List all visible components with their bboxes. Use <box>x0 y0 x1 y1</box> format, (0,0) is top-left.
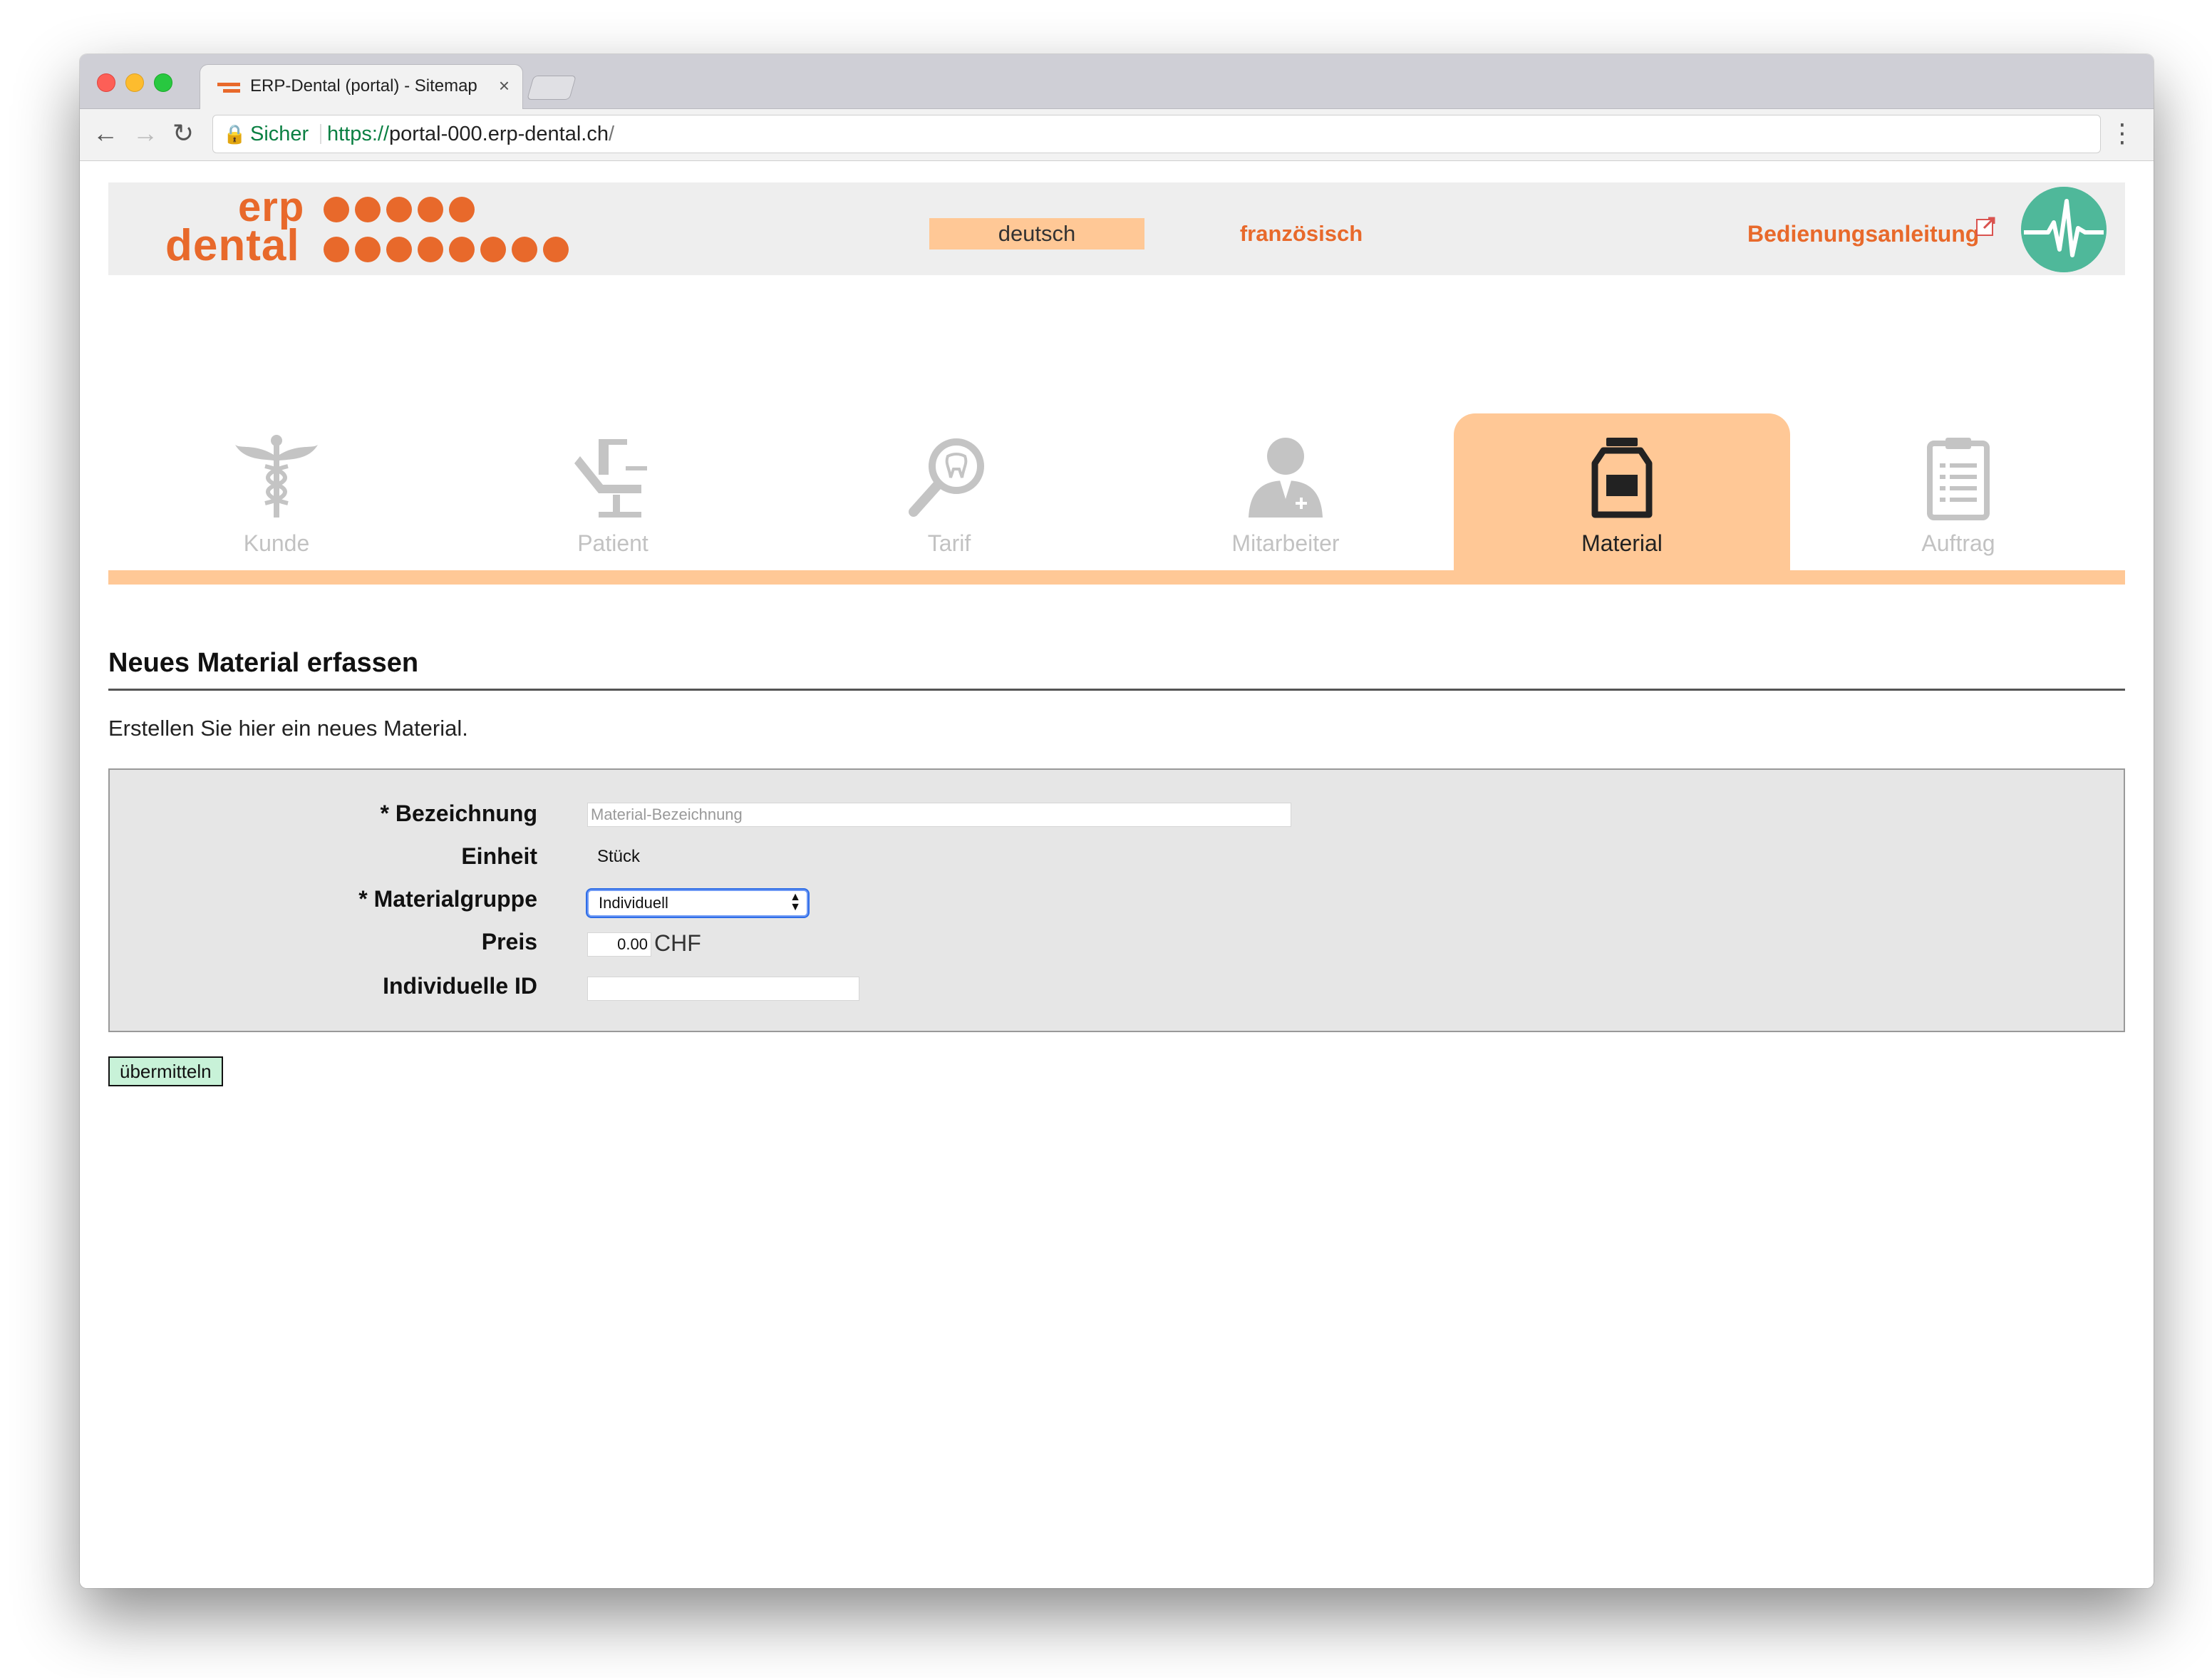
module-label: Material <box>1581 530 1663 556</box>
lang-franzoesisch-link[interactable]: französisch <box>1230 218 1373 249</box>
module-tab-tarif[interactable]: Tarif <box>781 413 1117 573</box>
doctor-icon <box>1249 438 1323 518</box>
secure-label: Sicher <box>250 123 309 145</box>
module-label: Tarif <box>927 530 971 556</box>
browser-menu-icon[interactable]: ⋮ <box>2109 119 2135 148</box>
tab-title: ERP-Dental (portal) - Sitemap <box>250 76 477 96</box>
module-tab-kunde[interactable]: Kunde <box>108 413 445 573</box>
browser-tab[interactable]: ERP-Dental (portal) - Sitemap × <box>200 64 523 109</box>
close-window-button[interactable] <box>97 73 115 92</box>
individuelle-id-input[interactable] <box>587 977 859 1001</box>
minimize-window-button[interactable] <box>125 73 144 92</box>
new-tab-button[interactable] <box>527 76 577 100</box>
preis-label: Preis <box>481 929 537 954</box>
clipboard-icon <box>1927 438 1990 520</box>
address-bar[interactable]: 🔒 Sicher https://portal-000.erp-dental.c… <box>212 115 2101 153</box>
title-divider <box>108 689 2125 691</box>
einheit-label: Einheit <box>461 843 537 869</box>
page-title: Neues Material erfassen <box>108 648 419 678</box>
module-tab-patient[interactable]: Patient <box>445 413 781 573</box>
caduceus-icon <box>235 435 318 518</box>
browser-toolbar: ← → ↻ 🔒 Sicher https://portal-000.erp-de… <box>80 109 2154 161</box>
module-label: Kunde <box>243 530 310 556</box>
material-form: * Bezeichnung Einheit Stück * Materialgr… <box>108 768 2125 1032</box>
reload-icon[interactable]: ↻ <box>172 119 194 148</box>
module-tab-mitarbeiter[interactable]: Mitarbeiter <box>1117 413 1454 573</box>
bezeichnung-input[interactable] <box>587 803 1291 827</box>
einheit-value: Stück <box>597 847 641 866</box>
individuelle-id-label: Individuelle ID <box>383 973 537 999</box>
select-arrows-icon: ▲ ▼ <box>790 891 801 913</box>
tab-close-icon[interactable]: × <box>499 75 510 97</box>
module-underline-bar <box>108 570 2125 585</box>
module-tab-material[interactable]: Material <box>1454 413 1790 573</box>
maximize-window-button[interactable] <box>154 73 172 92</box>
pulse-icon <box>2021 187 2107 272</box>
erp-favicon-icon <box>217 81 240 93</box>
module-label: Auftrag <box>1921 530 1995 556</box>
page-content: erp dental deutsch französisch Bedienung… <box>80 161 2154 1588</box>
url-text: https://portal-000.erp-dental.ch/ <box>327 123 615 145</box>
submit-button[interactable]: übermitteln <box>108 1056 223 1086</box>
dental-chair-icon <box>574 439 647 518</box>
external-link-icon[interactable] <box>1975 215 1997 237</box>
tab-strip: ERP-Dental (portal) - Sitemap × <box>80 54 2154 109</box>
intro-text: Erstellen Sie hier ein neues Material. <box>108 716 468 741</box>
materialgruppe-selected: Individuell <box>599 894 668 912</box>
module-label: Mitarbeiter <box>1231 530 1340 556</box>
materialgruppe-label: * Materialgruppe <box>358 886 537 912</box>
preis-input[interactable] <box>587 932 651 957</box>
materialgruppe-select[interactable]: Individuell ▲ ▼ <box>587 890 808 917</box>
material-jar-icon <box>1591 438 1653 518</box>
tooth-magnifier-icon <box>909 438 984 517</box>
site-header: erp dental deutsch französisch Bedienung… <box>108 182 2125 275</box>
erp-dental-logo[interactable]: erp dental <box>165 185 572 270</box>
manual-link[interactable]: Bedienungsanleitung <box>1747 218 1979 249</box>
preis-currency: CHF <box>654 930 701 956</box>
logo-word-dental: dental <box>165 221 300 270</box>
lang-deutsch-link[interactable]: deutsch <box>929 218 1144 249</box>
module-label: Patient <box>577 530 648 556</box>
bezeichnung-label: * Bezeichnung <box>380 801 537 826</box>
module-nav: Kunde Patient Tarif Mitarbeiter Material… <box>108 413 2125 585</box>
module-tab-auftrag[interactable]: Auftrag <box>1790 413 2126 573</box>
forward-arrow-icon[interactable]: → <box>133 119 158 148</box>
back-arrow-icon[interactable]: ← <box>93 119 118 148</box>
browser-window: ERP-Dental (portal) - Sitemap × ← → ↻ 🔒 … <box>80 54 2154 1588</box>
lock-icon: 🔒 <box>223 123 247 145</box>
